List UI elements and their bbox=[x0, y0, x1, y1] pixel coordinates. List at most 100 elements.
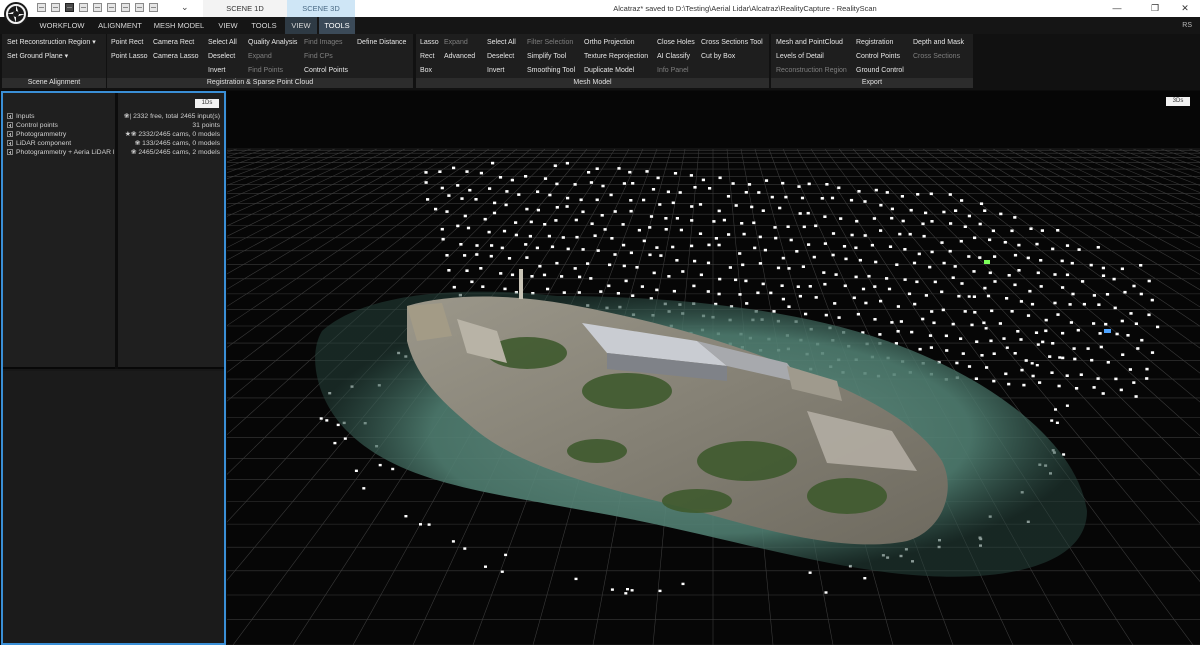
export-levels-of-detail-button[interactable]: Levels of Detail bbox=[776, 52, 824, 61]
mesh-select-all-button[interactable]: Select All bbox=[487, 38, 516, 47]
view-badge-3ds[interactable]: 3Ds bbox=[1166, 97, 1190, 106]
menu-mesh-model[interactable]: MESH MODEL bbox=[150, 17, 208, 34]
camera-marker bbox=[879, 229, 883, 232]
export-cross-sections-button[interactable]: Cross Sections bbox=[913, 52, 960, 61]
control-points-button[interactable]: Control Points bbox=[304, 66, 348, 75]
point-cloud-render[interactable] bbox=[227, 91, 1200, 645]
select-all-button[interactable]: Select All bbox=[208, 38, 237, 47]
camera-marker bbox=[967, 295, 971, 298]
camera-marker bbox=[391, 467, 395, 471]
cross-sections-tool-button[interactable]: Cross Sections Tool bbox=[701, 38, 763, 47]
quality-analysis-button[interactable]: Quality Analysis bbox=[248, 38, 297, 47]
selected-camera-green-icon[interactable] bbox=[984, 260, 990, 264]
define-distance-button[interactable]: Define Distance bbox=[357, 38, 406, 47]
menu-tools[interactable]: TOOLS bbox=[248, 17, 280, 34]
camera-marker bbox=[1071, 292, 1075, 296]
maximize-button[interactable]: ❐ bbox=[1140, 0, 1170, 17]
camera-marker bbox=[804, 312, 808, 316]
expand-icon[interactable] bbox=[7, 131, 13, 137]
set-ground-plane-button[interactable]: Set Ground Plane ▾ bbox=[7, 52, 68, 61]
camera-marker bbox=[738, 252, 742, 255]
export-ground-control-button[interactable]: Ground Control bbox=[856, 66, 904, 75]
export-reconstruction-region-button[interactable]: Reconstruction Region bbox=[776, 66, 847, 75]
tab-scene-1d[interactable]: SCENE 1D bbox=[203, 0, 287, 17]
camera-rect-button[interactable]: Camera Rect bbox=[153, 38, 194, 47]
tab-scene-3d[interactable]: SCENE 3D bbox=[287, 0, 355, 17]
lasso-button[interactable]: Lasso bbox=[420, 38, 439, 47]
panel-splitter[interactable] bbox=[115, 93, 118, 369]
find-images-button[interactable]: Find Images bbox=[304, 38, 343, 47]
tree-item-lidar-component[interactable]: LiDAR component bbox=[7, 139, 71, 148]
layout-3-icon[interactable] bbox=[65, 3, 74, 12]
selected-camera-blue-icon[interactable] bbox=[1104, 329, 1111, 333]
ortho-projection-button[interactable]: Ortho Projection bbox=[584, 38, 635, 47]
minimize-button[interactable]: — bbox=[1102, 0, 1132, 17]
tree-item-photogrammetry[interactable]: Photogrammetry bbox=[7, 130, 66, 139]
mesh-expand-button[interactable]: Expand bbox=[444, 38, 468, 47]
app-logo-icon[interactable] bbox=[4, 2, 28, 26]
layout-2-icon[interactable] bbox=[51, 3, 60, 12]
tree-item-photogrammetry-lidar[interactable]: Photogrammetry + Aeria LiDAR l bbox=[7, 148, 115, 157]
smoothing-tool-button[interactable]: Smoothing Tool bbox=[527, 66, 575, 75]
menu-workflow[interactable]: WORKFLOW bbox=[36, 17, 88, 34]
point-rect-button[interactable]: Point Rect bbox=[111, 38, 143, 47]
layout-4-icon[interactable] bbox=[79, 3, 88, 12]
expand-icon[interactable] bbox=[7, 140, 13, 146]
advanced-button[interactable]: Advanced bbox=[444, 52, 475, 61]
mesh-invert-button[interactable]: Invert bbox=[487, 66, 505, 75]
camera-marker bbox=[900, 195, 904, 198]
export-control-points-button[interactable]: Control Points bbox=[856, 52, 900, 61]
camera-marker bbox=[578, 275, 582, 279]
invert-button[interactable]: Invert bbox=[208, 66, 226, 75]
camera-marker bbox=[918, 347, 922, 351]
camera-marker bbox=[1075, 387, 1079, 390]
point-lasso-button[interactable]: Point Lasso bbox=[111, 52, 148, 61]
export-mesh-pointcloud-button[interactable]: Mesh and PointCloud bbox=[776, 38, 843, 47]
find-cps-button[interactable]: Find CPs bbox=[304, 52, 333, 61]
camera-lasso-button[interactable]: Camera Lasso bbox=[153, 52, 199, 61]
expand-button[interactable]: Expand bbox=[248, 52, 272, 61]
menu-scene-view[interactable]: VIEW bbox=[285, 17, 317, 34]
layout-8-icon[interactable] bbox=[135, 3, 144, 12]
layout-9-icon[interactable] bbox=[149, 3, 158, 12]
mesh-deselect-button[interactable]: Deselect bbox=[487, 52, 514, 61]
export-depth-mask-button[interactable]: Depth and Mask bbox=[913, 38, 964, 47]
expand-icon[interactable] bbox=[7, 122, 13, 128]
expand-icon[interactable] bbox=[7, 149, 13, 155]
tree-item-control-points[interactable]: Control points bbox=[7, 121, 58, 130]
camera-marker bbox=[1156, 325, 1160, 329]
camera-marker bbox=[542, 273, 547, 277]
layout-5-icon[interactable] bbox=[93, 3, 102, 12]
ai-classify-button[interactable]: AI Classify bbox=[657, 52, 690, 61]
scene-1ds-panel[interactable]: 1Ds Inputs ❀| 2332 free, total 2465 inpu… bbox=[1, 91, 226, 645]
info-panel-button[interactable]: Info Panel bbox=[657, 66, 689, 75]
cut-by-box-button[interactable]: Cut by Box bbox=[701, 52, 735, 61]
export-registration-button[interactable]: Registration bbox=[856, 38, 893, 47]
texture-reprojection-button[interactable]: Texture Reprojection bbox=[584, 52, 648, 61]
quick-access-menu-icon[interactable]: ⌄ bbox=[181, 2, 189, 13]
duplicate-model-button[interactable]: Duplicate Model bbox=[584, 66, 634, 75]
rect-button[interactable]: Rect bbox=[420, 52, 434, 61]
close-button[interactable]: ✕ bbox=[1170, 0, 1200, 17]
menu-scene-tools[interactable]: TOOLS bbox=[319, 17, 355, 34]
layout-7-icon[interactable] bbox=[121, 3, 130, 12]
tree-item-inputs[interactable]: Inputs bbox=[7, 112, 35, 121]
set-reconstruction-region-button[interactable]: Set Reconstruction Region ▾ bbox=[7, 38, 96, 47]
expand-icon[interactable] bbox=[7, 113, 13, 119]
camera-marker bbox=[656, 176, 660, 180]
simplify-tool-button[interactable]: Simplify Tool bbox=[527, 52, 566, 61]
camera-marker bbox=[948, 193, 952, 196]
menu-view[interactable]: VIEW bbox=[212, 17, 244, 34]
filter-selection-button[interactable]: Filter Selection bbox=[527, 38, 573, 47]
close-holes-button[interactable]: Close Holes bbox=[657, 38, 695, 47]
scene-3d-viewport[interactable]: 3Ds bbox=[227, 91, 1200, 645]
deselect-button[interactable]: Deselect bbox=[208, 52, 235, 61]
menu-alignment[interactable]: ALIGNMENT bbox=[94, 17, 146, 34]
box-button[interactable]: Box bbox=[420, 66, 432, 75]
camera-marker bbox=[1053, 301, 1057, 305]
view-badge-1ds[interactable]: 1Ds bbox=[195, 99, 219, 108]
layout-1-icon[interactable] bbox=[37, 3, 46, 12]
find-points-button[interactable]: Find Points bbox=[248, 66, 283, 75]
user-badge[interactable]: RS bbox=[1182, 17, 1192, 34]
layout-6-icon[interactable] bbox=[107, 3, 116, 12]
